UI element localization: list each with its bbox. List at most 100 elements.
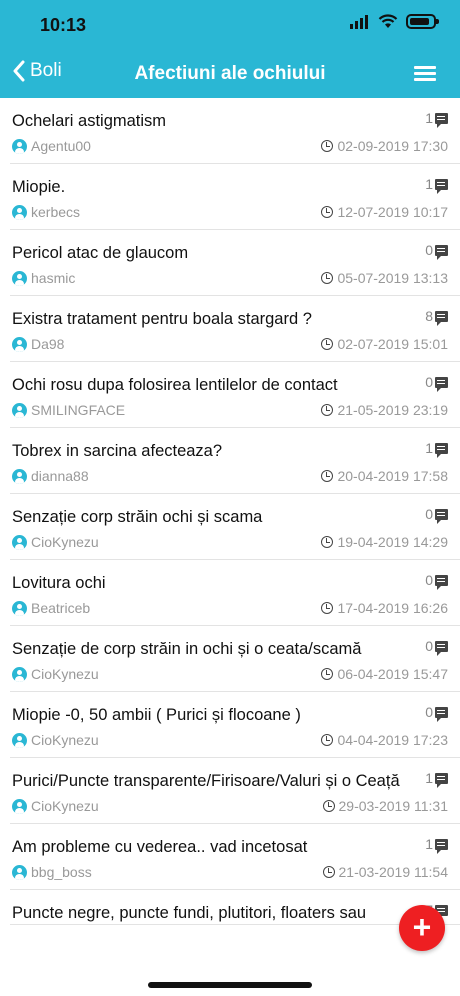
clock-icon xyxy=(322,866,335,878)
topic-date: 02-09-2019 17:30 xyxy=(321,138,448,154)
date-value: 12-07-2019 10:17 xyxy=(337,204,448,220)
user-icon xyxy=(12,468,27,484)
date-value: 06-04-2019 15:47 xyxy=(337,666,448,682)
date-value: 17-04-2019 16:26 xyxy=(337,600,448,616)
user-icon xyxy=(12,204,27,220)
user-icon xyxy=(12,270,27,286)
comment-icon xyxy=(435,706,448,722)
topic-item[interactable]: Miopie -0, 50 ambii ( Purici și flocoane… xyxy=(10,692,460,758)
topic-item[interactable]: Senzație de corp străin in ochi și o cea… xyxy=(10,626,460,692)
comment-count-value: 0 xyxy=(425,572,433,588)
topic-list: Ochelari astigmatism 1 Agentu00 02-09-2019 … xyxy=(0,98,460,925)
topic-date: 29-03-2019 11:31 xyxy=(322,798,449,814)
topic-author: Agentu00 xyxy=(12,138,91,154)
comment-count-value: 0 xyxy=(425,374,433,390)
comment-count: 1 xyxy=(425,440,448,458)
comment-icon xyxy=(435,376,448,392)
author-name: kerbecs xyxy=(31,204,81,220)
topic-meta: kerbecs 12-07-2019 10:17 xyxy=(10,198,448,229)
topic-item[interactable]: Puncte negre, puncte fundi, plutitori, f… xyxy=(10,890,460,925)
wifi-icon xyxy=(378,14,398,28)
date-value: 21-05-2019 23:19 xyxy=(337,402,448,418)
comment-count-value: 0 xyxy=(425,506,433,522)
topic-meta: CioKynezu 29-03-2019 11:31 xyxy=(10,792,448,823)
topic-item[interactable]: Ochi rosu dupa folosirea lentilelor de c… xyxy=(10,362,460,428)
comment-count: 1 xyxy=(425,770,448,788)
topic-meta: CioKynezu 04-04-2019 17:23 xyxy=(10,726,448,757)
page-title: Afectiuni ale ochiului xyxy=(134,63,326,84)
date-value: 02-09-2019 17:30 xyxy=(337,138,448,154)
comment-icon xyxy=(435,112,448,128)
date-value: 29-03-2019 11:31 xyxy=(338,798,449,814)
topic-item[interactable]: Pericol atac de glaucom 0 hasmic 05-07-2019… xyxy=(10,230,460,296)
topic-meta: Da98 02-07-2019 15:01 xyxy=(10,330,448,361)
comment-count-value: 8 xyxy=(425,308,433,324)
author-name: dianna88 xyxy=(31,468,89,484)
topic-title: Purici/Puncte transparente/Firisoare/Val… xyxy=(12,772,400,790)
clock-icon xyxy=(321,470,334,482)
comment-count: 8 xyxy=(425,308,448,326)
topic-date: 02-07-2019 15:01 xyxy=(321,336,448,352)
topic-meta: CioKynezu 19-04-2019 14:29 xyxy=(10,528,448,559)
topic-meta: Beatriceb 17-04-2019 16:26 xyxy=(10,594,448,625)
hamburger-icon-line xyxy=(414,72,436,75)
date-value: 19-04-2019 14:29 xyxy=(337,534,448,550)
author-name: CioKynezu xyxy=(31,666,99,682)
topic-meta: bbg_boss 21-03-2019 11:54 xyxy=(10,858,448,889)
clock-icon xyxy=(321,140,334,152)
comment-count-value: 1 xyxy=(425,440,433,456)
user-icon xyxy=(12,864,27,880)
battery-icon xyxy=(406,14,439,29)
date-value: 21-03-2019 11:54 xyxy=(338,864,449,880)
topic-title: Miopie -0, 50 ambii ( Purici și flocoane… xyxy=(12,706,301,724)
author-name: hasmic xyxy=(31,270,76,286)
topic-date: 21-05-2019 23:19 xyxy=(321,402,448,418)
topic-author: CioKynezu xyxy=(12,534,99,550)
topic-meta: SMILINGFACE 21-05-2019 23:19 xyxy=(10,396,448,427)
topic-date: 05-07-2019 13:13 xyxy=(321,270,448,286)
topic-author: CioKynezu xyxy=(12,666,99,682)
comment-icon xyxy=(435,244,448,260)
hamburger-icon xyxy=(414,66,436,69)
clock-icon xyxy=(321,602,334,614)
topic-date: 06-04-2019 15:47 xyxy=(321,666,448,682)
topic-author: CioKynezu xyxy=(12,732,99,748)
topic-date: 19-04-2019 14:29 xyxy=(321,534,448,550)
author-name: CioKynezu xyxy=(31,732,99,748)
user-icon xyxy=(12,798,27,814)
topic-date: 17-04-2019 16:26 xyxy=(321,600,448,616)
topic-item[interactable]: Existra tratament pentru boala stargard … xyxy=(10,296,460,362)
comment-count: 0 xyxy=(425,704,448,722)
author-name: Beatriceb xyxy=(31,600,91,616)
comment-icon xyxy=(435,310,448,326)
topic-meta: dianna88 20-04-2019 17:58 xyxy=(10,462,448,493)
topic-item[interactable]: Tobrex in sarcina afecteaza? 1 dianna88 20-… xyxy=(10,428,460,494)
date-value: 20-04-2019 17:58 xyxy=(337,468,448,484)
add-topic-button[interactable]: + xyxy=(399,905,445,951)
author-name: CioKynezu xyxy=(31,798,99,814)
topic-title: Senzație corp străin ochi și scama xyxy=(12,508,263,526)
topic-item[interactable]: Purici/Puncte transparente/Firisoare/Val… xyxy=(10,758,460,824)
status-bar: 10:13 xyxy=(0,0,460,52)
comment-count: 0 xyxy=(425,242,448,260)
menu-button[interactable] xyxy=(414,66,436,82)
comment-count: 0 xyxy=(425,638,448,656)
author-name: SMILINGFACE xyxy=(31,402,126,418)
author-name: Agentu00 xyxy=(31,138,91,154)
author-name: bbg_boss xyxy=(31,864,92,880)
clock-icon xyxy=(321,404,334,416)
topic-item[interactable]: Senzație corp străin ochi și scama 0 CioKy… xyxy=(10,494,460,560)
topic-date: 20-04-2019 17:58 xyxy=(321,468,448,484)
comment-count: 0 xyxy=(425,506,448,524)
topic-author: bbg_boss xyxy=(12,864,92,880)
topic-item[interactable]: Miopie. 1 kerbecs 12-07-2019 10:17 xyxy=(10,164,460,230)
topic-author: hasmic xyxy=(12,270,75,286)
topic-item[interactable]: Ochelari astigmatism 1 Agentu00 02-09-2019 … xyxy=(10,98,460,164)
comment-icon xyxy=(435,574,448,590)
clock-icon xyxy=(321,272,334,284)
topic-item[interactable]: Am probleme cu vederea.. vad incetosat 1 b… xyxy=(10,824,460,890)
topic-title: Ochelari astigmatism xyxy=(12,112,167,130)
comment-icon xyxy=(435,508,448,524)
user-icon xyxy=(12,732,27,748)
topic-item[interactable]: Lovitura ochi 0 Beatriceb 17-04-2019 16:26 xyxy=(10,560,460,626)
